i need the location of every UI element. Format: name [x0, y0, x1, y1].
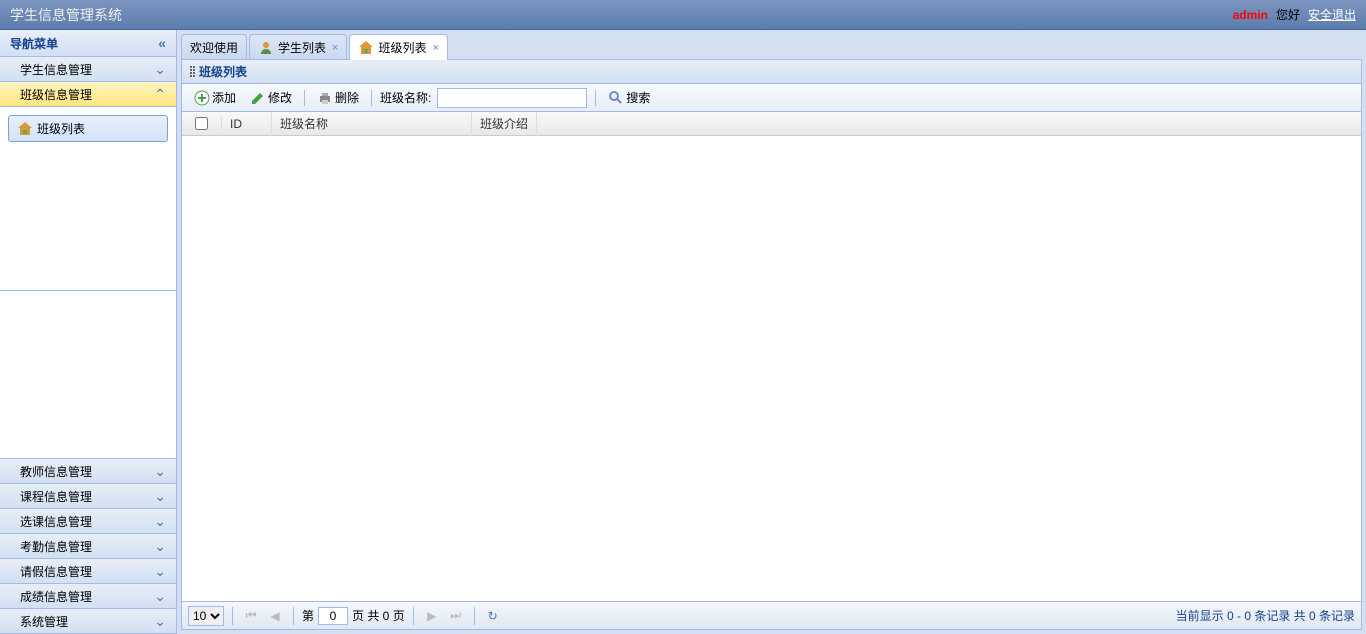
separator [232, 607, 233, 625]
menu-label: 课程信息管理 [20, 488, 92, 505]
search-label: 班级名称: [380, 89, 431, 106]
grid-header: ID 班级名称 班级介绍 [182, 112, 1361, 136]
menu-label: 请假信息管理 [20, 563, 92, 580]
menu-content: 班级列表 [0, 107, 176, 291]
main-area: 欢迎使用 学生列表 × 班级列表 × 班级列表 [177, 30, 1366, 634]
panel-title-bar: 班级列表 [182, 60, 1361, 84]
app-title: 学生信息管理系统 [10, 5, 122, 25]
search-button[interactable]: 搜索 [604, 87, 654, 108]
chevron-down-icon: ⌄ [154, 563, 166, 580]
chevron-down-icon: ⌄ [154, 513, 166, 530]
checkbox-header [182, 117, 222, 130]
chevron-down-icon: ⌄ [154, 613, 166, 630]
close-icon[interactable]: × [432, 42, 438, 54]
app-header: 学生信息管理系统 admin 您好 安全退出 [0, 0, 1366, 30]
grip-icon [190, 66, 195, 77]
page-info: 当前显示 0 - 0 条记录 共 0 条记录 [1176, 607, 1355, 624]
menu-label: 选课信息管理 [20, 513, 92, 530]
edit-button[interactable]: 修改 [246, 87, 296, 108]
chevron-up-icon: ⌃ [154, 86, 166, 103]
tool-label: 删除 [335, 89, 359, 106]
sidebar-spacer [0, 291, 176, 459]
separator [293, 607, 294, 625]
menu-select-course[interactable]: 选课信息管理 ⌄ [0, 509, 176, 534]
refresh-button[interactable]: ↻ [483, 606, 503, 626]
separator [595, 90, 596, 106]
nav-title-text: 导航菜单 [10, 35, 58, 52]
separator [304, 90, 305, 106]
tab-label: 班级列表 [378, 39, 426, 56]
menu-label: 班级信息管理 [20, 86, 92, 103]
greeting: 您好 [1276, 6, 1300, 23]
collapse-icon[interactable]: « [158, 35, 166, 51]
tool-label: 添加 [212, 89, 236, 106]
panel-title-text: 班级列表 [199, 63, 247, 80]
menu-label: 系统管理 [20, 613, 68, 630]
menu-student-info[interactable]: 学生信息管理 ⌄ [0, 57, 176, 82]
tab-label: 欢迎使用 [190, 39, 238, 56]
chevron-down-icon: ⌄ [154, 463, 166, 480]
tool-label: 搜索 [626, 89, 650, 106]
next-page-button[interactable]: ▶ [422, 606, 442, 626]
separator [371, 90, 372, 106]
col-intro[interactable]: 班级介绍 [472, 112, 537, 136]
first-page-button[interactable]: ⏮ [241, 606, 261, 626]
user-icon [258, 40, 274, 56]
tabs-strip: 欢迎使用 学生列表 × 班级列表 × [181, 34, 1362, 60]
pencil-icon [250, 90, 266, 106]
page-number-input[interactable] [318, 607, 348, 625]
menu-label: 教师信息管理 [20, 463, 92, 480]
col-id[interactable]: ID [222, 112, 272, 136]
menu-grades[interactable]: 成绩信息管理 ⌄ [0, 584, 176, 609]
separator [474, 607, 475, 625]
close-icon[interactable]: × [332, 42, 338, 54]
header-right: admin 您好 安全退出 [1233, 6, 1356, 23]
tab-label: 学生列表 [278, 39, 326, 56]
menu-leave[interactable]: 请假信息管理 ⌄ [0, 559, 176, 584]
chevron-down-icon: ⌄ [154, 588, 166, 605]
page-size-select[interactable]: 10 [188, 606, 224, 626]
plus-icon [194, 90, 210, 106]
search-input[interactable] [437, 88, 587, 108]
menu-system[interactable]: 系统管理 ⌄ [0, 609, 176, 634]
house-icon [358, 40, 374, 56]
toolbar: 添加 修改 删除 班级名称: 搜索 [182, 84, 1361, 112]
prev-page-button[interactable]: ◀ [265, 606, 285, 626]
menu-label: 成绩信息管理 [20, 588, 92, 605]
submenu-class-list[interactable]: 班级列表 [8, 115, 168, 142]
tool-label: 修改 [268, 89, 292, 106]
menu-label: 学生信息管理 [20, 61, 92, 78]
select-all-checkbox[interactable] [195, 117, 208, 130]
menu-label: 考勤信息管理 [20, 538, 92, 555]
house-icon [17, 121, 33, 137]
tab-student-list[interactable]: 学生列表 × [249, 34, 347, 60]
chevron-down-icon: ⌄ [154, 488, 166, 505]
menu-teacher-info[interactable]: 教师信息管理 ⌄ [0, 459, 176, 484]
username: admin [1233, 8, 1268, 22]
nav-title: 导航菜单 « [0, 30, 176, 57]
tab-class-list[interactable]: 班级列表 × [349, 34, 447, 60]
menu-course-info[interactable]: 课程信息管理 ⌄ [0, 484, 176, 509]
pagination: 10 ⏮ ◀ 第 页 共 0 页 ▶ ⏭ ↻ 当前显示 0 - 0 条记录 共 … [182, 601, 1361, 629]
page-label-post: 页 共 0 页 [352, 607, 405, 624]
menu-class-info[interactable]: 班级信息管理 ⌃ [0, 82, 176, 107]
grid-body [182, 136, 1361, 601]
delete-button[interactable]: 删除 [313, 87, 363, 108]
panel: 班级列表 添加 修改 删除 班级名称: [181, 59, 1362, 630]
logout-link[interactable]: 安全退出 [1308, 6, 1356, 23]
last-page-button[interactable]: ⏭ [446, 606, 466, 626]
tab-welcome[interactable]: 欢迎使用 [181, 34, 247, 60]
menu-attendance[interactable]: 考勤信息管理 ⌄ [0, 534, 176, 559]
separator [413, 607, 414, 625]
printer-icon [317, 90, 333, 106]
col-name[interactable]: 班级名称 [272, 112, 472, 136]
search-icon [608, 90, 624, 106]
submenu-label: 班级列表 [37, 120, 85, 137]
add-button[interactable]: 添加 [190, 87, 240, 108]
page-label-pre: 第 [302, 607, 314, 624]
chevron-down-icon: ⌄ [154, 538, 166, 555]
sidebar: 导航菜单 « 学生信息管理 ⌄ 班级信息管理 ⌃ 班级列表 教师信息管理 ⌄ 课… [0, 30, 177, 634]
chevron-down-icon: ⌄ [154, 61, 166, 78]
pagination-controls: 10 ⏮ ◀ 第 页 共 0 页 ▶ ⏭ ↻ [188, 606, 503, 626]
